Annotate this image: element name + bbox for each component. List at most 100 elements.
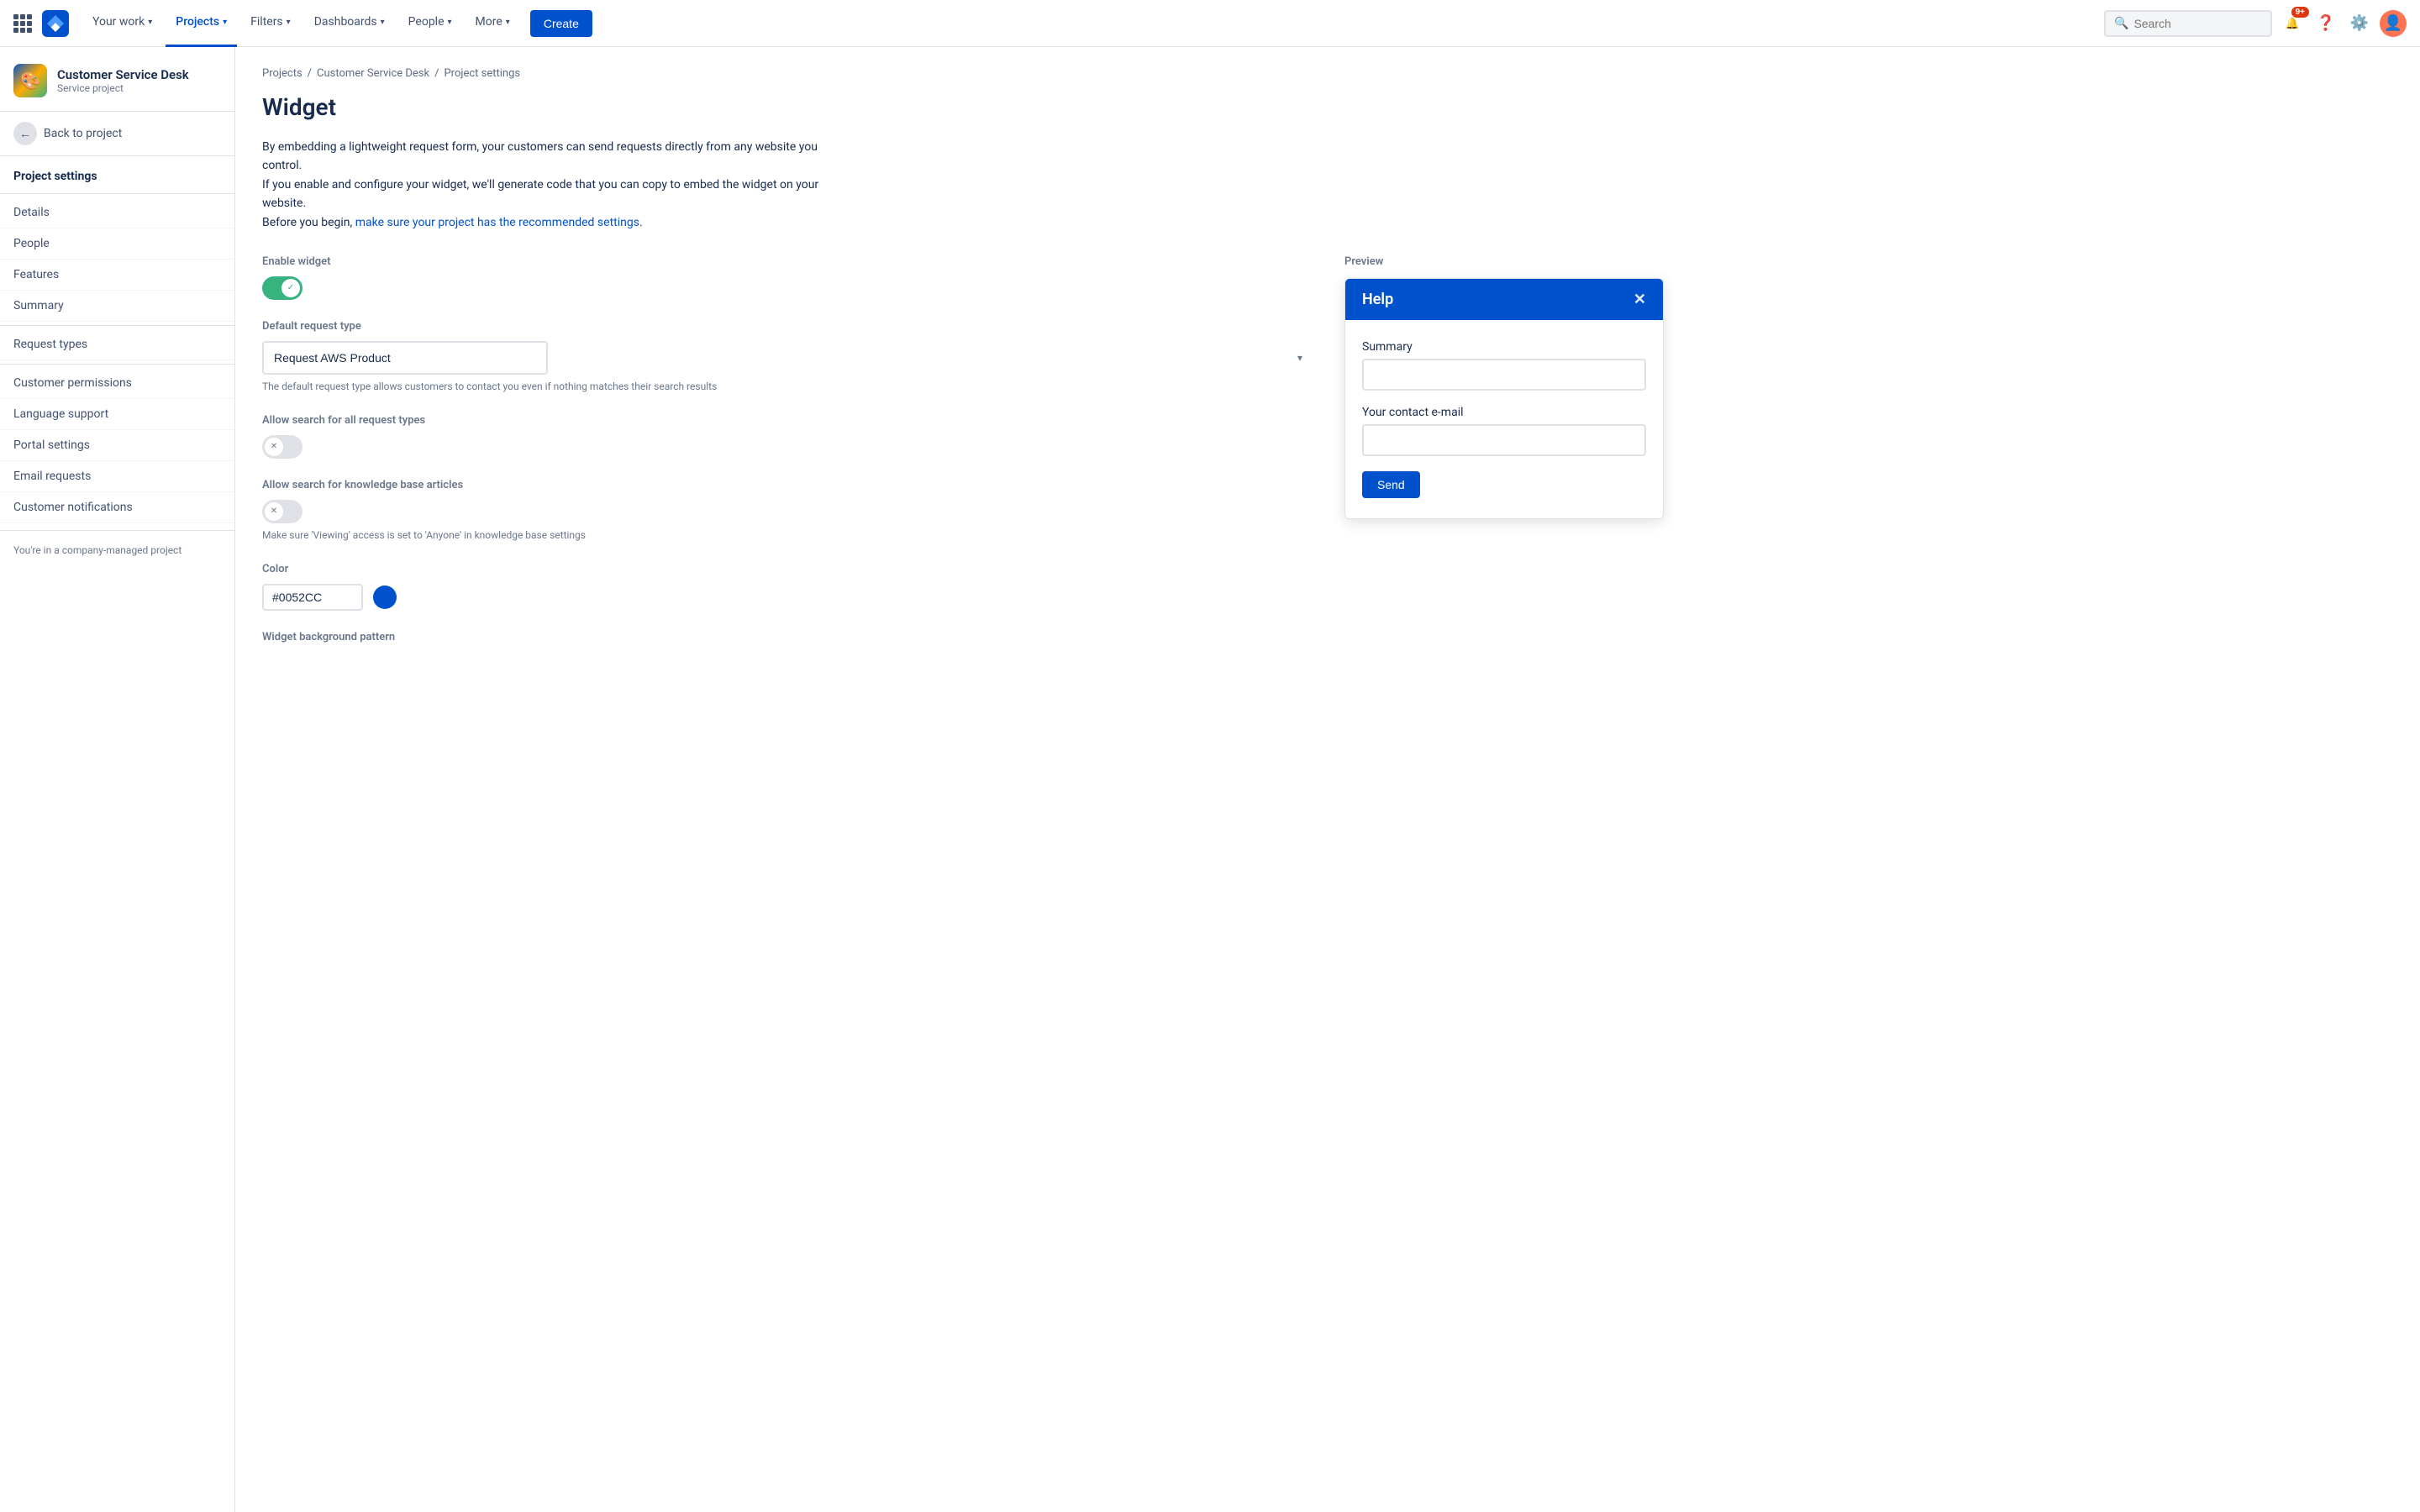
allow-search-toggle[interactable]	[262, 435, 302, 459]
color-swatch[interactable]	[373, 585, 397, 609]
back-arrow-icon: ←	[13, 122, 37, 145]
sidebar-item-email-requests[interactable]: Email requests	[0, 461, 234, 492]
enable-widget-field: Enable widget	[262, 255, 1311, 300]
sidebar-item-people[interactable]: People	[0, 228, 234, 260]
color-row	[262, 584, 1311, 611]
settings-column: Enable widget Default request type Reque…	[262, 255, 1311, 664]
gear-icon: ⚙️	[2350, 14, 2369, 32]
color-label: Color	[262, 563, 1311, 575]
enable-widget-toggle[interactable]	[262, 276, 302, 300]
allow-search-toggle-wrap	[262, 435, 1311, 459]
allow-kb-toggle[interactable]	[262, 500, 302, 523]
widget-summary-label: Summary	[1362, 340, 1646, 354]
project-name: Customer Service Desk	[57, 67, 189, 82]
widget-preview: Help ✕ Summary Your contact e-mail Send	[1344, 278, 1664, 519]
user-avatar[interactable]: 👤	[2380, 10, 2407, 37]
sidebar-footer: You're in a company-managed project	[0, 530, 234, 570]
sidebar-item-language-support[interactable]: Language support	[0, 399, 234, 430]
allow-kb-field: Allow search for knowledge base articles…	[262, 479, 1311, 543]
enable-widget-label: Enable widget	[262, 255, 1311, 268]
jira-logo[interactable]	[42, 10, 69, 37]
avatar-image: 👤	[2384, 14, 2402, 32]
widget-email-input[interactable]	[1362, 424, 1646, 456]
project-icon: 🎨	[13, 64, 47, 97]
widget-email-label: Your contact e-mail	[1362, 406, 1646, 419]
top-navigation: Your work ▾ Projects ▾ Filters ▾ Dashboa…	[0, 0, 2420, 47]
section-divider	[0, 193, 234, 194]
default-request-type-select[interactable]: Request AWS Product General Request Supp…	[262, 341, 548, 375]
chevron-down-icon: ▾	[287, 18, 291, 27]
notifications-button[interactable]: 🔔 9+	[2279, 10, 2306, 37]
preview-column: Preview Help ✕ Summary Your contact e-ma…	[1344, 255, 2393, 519]
search-icon: 🔍	[2114, 17, 2128, 30]
widget-header-title: Help	[1362, 291, 1393, 308]
breadcrumb-projects[interactable]: Projects	[262, 67, 302, 80]
allow-kb-label: Allow search for knowledge base articles	[262, 479, 1311, 491]
sidebar-item-request-types[interactable]: Request types	[0, 329, 234, 360]
toggle-knob	[265, 438, 283, 456]
widget-bg-pattern-field: Widget background pattern	[262, 631, 1311, 643]
sidebar-item-features[interactable]: Features	[0, 260, 234, 291]
sidebar-item-portal-settings[interactable]: Portal settings	[0, 430, 234, 461]
nav-dashboards[interactable]: Dashboards ▾	[304, 0, 395, 47]
widget-close-button[interactable]: ✕	[1634, 291, 1646, 308]
widget-send-button[interactable]: Send	[1362, 471, 1420, 498]
default-request-type-label: Default request type	[262, 320, 1311, 333]
nav-more[interactable]: More ▾	[466, 0, 520, 47]
nav-projects[interactable]: Projects ▾	[166, 0, 237, 47]
breadcrumb: Projects / Customer Service Desk / Proje…	[262, 67, 2393, 80]
toggle-knob	[265, 502, 283, 521]
chevron-down-icon: ▾	[448, 18, 452, 27]
project-header: 🎨 Customer Service Desk Service project	[0, 47, 234, 112]
settings-button[interactable]: ⚙️	[2346, 10, 2373, 37]
widget-body: Summary Your contact e-mail Send	[1345, 320, 1663, 518]
color-field: Color	[262, 563, 1311, 611]
content-grid: Enable widget Default request type Reque…	[262, 255, 2393, 664]
sidebar-item-customer-permissions[interactable]: Customer permissions	[0, 368, 234, 399]
project-type: Service project	[57, 82, 189, 94]
breadcrumb-current: Project settings	[444, 67, 520, 80]
breadcrumb-project[interactable]: Customer Service Desk	[317, 67, 429, 80]
chevron-down-icon: ▾	[223, 18, 227, 27]
allow-kb-toggle-wrap	[262, 500, 1311, 523]
chevron-down-icon: ▾	[506, 18, 510, 27]
default-request-type-field: Default request type Request AWS Product…	[262, 320, 1311, 394]
section-divider-2	[0, 325, 234, 326]
allow-search-label: Allow search for all request types	[262, 414, 1311, 427]
enable-widget-toggle-wrap	[262, 276, 1311, 300]
preview-label: Preview	[1344, 255, 2393, 268]
sidebar-item-details[interactable]: Details	[0, 197, 234, 228]
nav-filters[interactable]: Filters ▾	[240, 0, 301, 47]
breadcrumb-sep-2: /	[434, 67, 439, 80]
sidebar-item-summary[interactable]: Summary	[0, 291, 234, 322]
default-request-type-select-wrap: Request AWS Product General Request Supp…	[262, 341, 1311, 375]
search-box[interactable]: 🔍	[2104, 10, 2272, 37]
chevron-down-icon: ▾	[148, 18, 152, 27]
create-button[interactable]: Create	[530, 10, 592, 37]
question-mark-icon: ❓	[2317, 14, 2335, 32]
search-input[interactable]	[2133, 17, 2251, 30]
widget-summary-input[interactable]	[1362, 359, 1646, 391]
widget-bg-pattern-label: Widget background pattern	[262, 631, 1311, 643]
color-input[interactable]	[262, 584, 363, 611]
sidebar-section-title: Project settings	[0, 156, 234, 190]
help-button[interactable]: ❓	[2312, 10, 2339, 37]
page-description: By embedding a lightweight request form,…	[262, 138, 850, 232]
allow-kb-hint: Make sure 'Viewing' access is set to 'An…	[262, 528, 1311, 543]
nav-your-work[interactable]: Your work ▾	[82, 0, 162, 47]
page-layout: 🎨 Customer Service Desk Service project …	[0, 47, 2420, 1512]
allow-search-field: Allow search for all request types	[262, 414, 1311, 459]
page-title: Widget	[262, 93, 2393, 121]
sidebar-item-customer-notifications[interactable]: Customer notifications	[0, 492, 234, 523]
notification-badge: 9+	[2291, 7, 2309, 18]
breadcrumb-sep-1: /	[308, 67, 312, 80]
back-to-project-button[interactable]: ← Back to project	[0, 112, 234, 156]
default-request-type-hint: The default request type allows customer…	[262, 380, 1311, 394]
toggle-knob	[281, 279, 300, 297]
recommended-settings-link[interactable]: make sure your project has the recommend…	[355, 216, 639, 229]
app-grid-icon[interactable]	[13, 14, 32, 33]
bell-icon: 🔔	[2286, 17, 2300, 30]
nav-people[interactable]: People ▾	[398, 0, 462, 47]
sidebar: 🎨 Customer Service Desk Service project …	[0, 47, 235, 1512]
section-divider-3	[0, 364, 234, 365]
